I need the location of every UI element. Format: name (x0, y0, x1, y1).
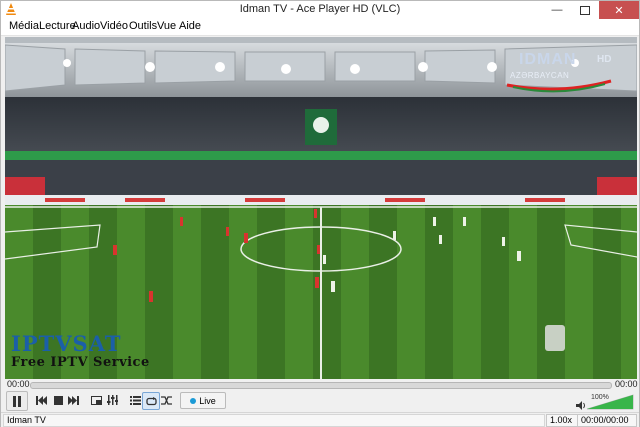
playlist-button[interactable] (127, 392, 143, 408)
pause-button[interactable] (6, 391, 28, 411)
menu-video[interactable]: Vidéo (100, 20, 128, 32)
control-bar: Live (1, 391, 639, 411)
speaker-icon (576, 400, 585, 410)
shuffle-icon (160, 395, 172, 405)
equalizer-icon (106, 395, 118, 405)
live-label: Live (199, 395, 216, 406)
status-speed[interactable]: 1.00x (546, 414, 578, 427)
extended-settings-button[interactable] (104, 392, 120, 408)
title-bar[interactable]: Idman TV - Ace Player HD (VLC) — ✕ (1, 1, 639, 19)
menu-lecture[interactable]: Lecture (39, 20, 76, 32)
previous-icon (35, 395, 47, 405)
stop-button[interactable] (50, 392, 66, 408)
status-channel: Idman TV (3, 414, 545, 427)
close-button[interactable]: ✕ (599, 1, 639, 19)
status-bar: Idman TV 1.00x 00:00/00:00 (1, 412, 639, 427)
stop-icon (53, 395, 63, 405)
menu-outils[interactable]: Outils (129, 20, 157, 32)
close-icon: ✕ (614, 4, 624, 17)
menu-audio[interactable]: Audio (72, 20, 100, 32)
pause-icon (13, 395, 21, 407)
minimize-button[interactable]: — (543, 1, 571, 19)
maximize-icon (580, 5, 590, 15)
fullscreen-button[interactable] (88, 392, 104, 408)
remaining-time: 00:00 (615, 379, 638, 389)
menu-bar: Média Lecture Audio Vidéo Outils Vue Aid… (1, 19, 639, 36)
shuffle-button[interactable] (158, 392, 174, 408)
playlist-icon (129, 395, 141, 405)
volume-percent: 100% (591, 394, 609, 401)
previous-button[interactable] (33, 392, 49, 408)
menu-aide[interactable]: Aide (179, 20, 201, 32)
vlc-window: Idman TV - Ace Player HD (VLC) — ✕ Média… (0, 0, 640, 427)
next-button[interactable] (65, 392, 81, 408)
loop-icon (145, 396, 157, 405)
channel-logo-sub: AZƏRBAYCAN (510, 71, 570, 80)
seek-slider[interactable] (30, 382, 612, 389)
elapsed-time: 00:00 (7, 379, 30, 389)
next-icon (67, 395, 79, 405)
status-time[interactable]: 00:00/00:00 (577, 414, 637, 427)
channel-logo-name: IDMAN (519, 51, 577, 68)
seek-row: 00:00 00:00 (1, 379, 639, 391)
fullscreen-icon (90, 395, 102, 405)
iptvsat-watermark: IPTVSAT Free IPTV Service (11, 331, 161, 371)
minimize-icon: — (551, 4, 563, 16)
watermark-title: IPTVSAT (11, 331, 122, 356)
video-frame[interactable]: IDMAN HD AZƏRBAYCAN IPTVSAT Free IPTV Se… (5, 37, 637, 379)
live-indicator-icon (190, 397, 197, 404)
menu-media[interactable]: Média (9, 20, 39, 32)
menu-vue[interactable]: Vue (157, 20, 176, 32)
live-button[interactable]: Live (180, 392, 226, 409)
watermark-subtitle: Free IPTV Service (11, 355, 150, 370)
maximize-button[interactable] (571, 1, 599, 19)
channel-logo-hd: HD (597, 54, 612, 65)
